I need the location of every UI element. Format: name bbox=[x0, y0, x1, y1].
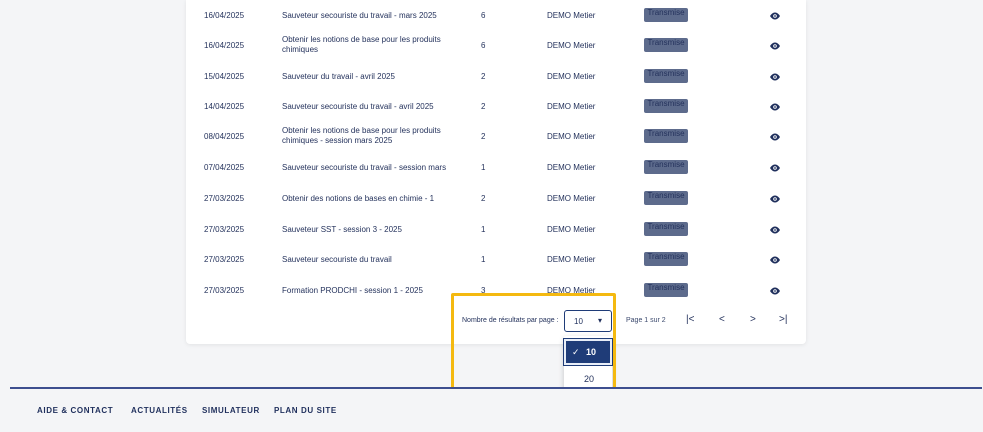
option-10[interactable]: ✓ 10 bbox=[563, 338, 613, 366]
table-row: 08/04/2025 Obtenir les notions de base po… bbox=[186, 122, 806, 152]
row-title: Sauveteur secouriste du travail - sessio… bbox=[282, 163, 447, 172]
results-per-page-label: Nombre de résultats par page : bbox=[462, 317, 559, 324]
status-badge: Transmise bbox=[644, 252, 688, 266]
row-title: Obtenir des notions de bases en chimie -… bbox=[282, 194, 435, 203]
row-organization: DEMO Metier bbox=[547, 72, 596, 81]
table-row: 15/04/2025 Sauveteur du travail - avril 2… bbox=[186, 62, 806, 92]
row-quantity: 6 bbox=[481, 41, 486, 50]
page-info: Page 1 sur 2 bbox=[626, 317, 666, 324]
results-per-page-select[interactable]: 10 ▾ bbox=[564, 310, 612, 332]
footer-link-simulateur[interactable]: SIMULATEUR bbox=[202, 406, 260, 415]
footer-link-plan-du-site[interactable]: PLAN DU SITE bbox=[274, 406, 337, 415]
eye-icon[interactable] bbox=[769, 40, 781, 52]
row-organization: DEMO Metier bbox=[547, 194, 596, 203]
row-organization: DEMO Metier bbox=[547, 225, 596, 234]
eye-icon[interactable] bbox=[769, 193, 781, 205]
row-organization: DEMO Metier bbox=[547, 102, 596, 111]
status-badge: Transmise bbox=[644, 38, 688, 52]
check-icon: ✓ bbox=[572, 347, 580, 357]
row-quantity: 3 bbox=[481, 286, 486, 295]
row-title: Obtenir les notions de base pour les pro… bbox=[282, 126, 441, 145]
row-title: Sauveteur secouriste du travail - mars 2… bbox=[282, 11, 437, 20]
row-quantity: 2 bbox=[481, 102, 486, 111]
row-date: 27/03/2025 bbox=[204, 286, 245, 295]
declarations-table: 16/04/2025 Sauveteur secouriste du travai… bbox=[186, 0, 806, 344]
pagination-bar: Nombre de résultats par page : 10 ▾ Page… bbox=[186, 306, 806, 336]
eye-icon[interactable] bbox=[769, 101, 781, 113]
results-per-page-value: 10 bbox=[574, 317, 583, 326]
prev-page-button[interactable]: < bbox=[719, 314, 725, 325]
row-quantity: 1 bbox=[481, 225, 486, 234]
table-row: 16/04/2025 Obtenir les notions de base po… bbox=[186, 31, 806, 61]
eye-icon[interactable] bbox=[769, 131, 781, 143]
chevron-down-icon: ▾ bbox=[598, 316, 603, 325]
table-row: 07/04/2025 Sauveteur secouriste du travai… bbox=[186, 153, 806, 183]
row-title: Sauveteur SST - session 3 - 2025 bbox=[282, 225, 402, 234]
row-date: 08/04/2025 bbox=[204, 132, 245, 141]
row-title: Sauveteur du travail - avril 2025 bbox=[282, 72, 395, 81]
eye-icon[interactable] bbox=[769, 10, 781, 22]
row-quantity: 6 bbox=[481, 11, 486, 20]
row-quantity: 2 bbox=[481, 132, 486, 141]
status-badge: Transmise bbox=[644, 129, 688, 143]
status-badge: Transmise bbox=[644, 160, 688, 174]
status-badge: Transmise bbox=[644, 283, 688, 297]
row-date: 14/04/2025 bbox=[204, 102, 245, 111]
footer-link-actualites[interactable]: ACTUALITÉS bbox=[131, 406, 188, 415]
row-organization: DEMO Metier bbox=[547, 286, 596, 295]
row-date: 27/03/2025 bbox=[204, 255, 245, 264]
row-organization: DEMO Metier bbox=[547, 41, 596, 50]
table-row: 27/03/2025 Obtenir des notions de bases e… bbox=[186, 184, 806, 214]
eye-icon[interactable] bbox=[769, 162, 781, 174]
status-badge: Transmise bbox=[644, 69, 688, 83]
row-date: 07/04/2025 bbox=[204, 163, 245, 172]
table-row: 27/03/2025 Sauveteur SST - session 3 - 20… bbox=[186, 215, 806, 245]
next-page-button[interactable]: > bbox=[750, 314, 756, 325]
status-badge: Transmise bbox=[644, 222, 688, 236]
option-label: 20 bbox=[584, 374, 595, 384]
first-page-button[interactable]: |< bbox=[686, 314, 694, 325]
last-page-button[interactable]: >| bbox=[779, 314, 787, 325]
option-label: 10 bbox=[586, 347, 597, 357]
row-quantity: 1 bbox=[481, 255, 486, 264]
footer-link-aide-contact[interactable]: AIDE & CONTACT bbox=[37, 406, 113, 415]
table-row: 27/03/2025 Formation PRODCHI - session 1 … bbox=[186, 276, 806, 306]
row-title: Sauveteur secouriste du travail - avril … bbox=[282, 102, 434, 111]
row-organization: DEMO Metier bbox=[547, 11, 596, 20]
row-quantity: 1 bbox=[481, 163, 486, 172]
eye-icon[interactable] bbox=[769, 71, 781, 83]
eye-icon[interactable] bbox=[769, 285, 781, 297]
status-badge: Transmise bbox=[644, 8, 688, 22]
row-date: 27/03/2025 bbox=[204, 194, 245, 203]
row-title: Formation PRODCHI - session 1 - 2025 bbox=[282, 286, 423, 295]
table-row: 27/03/2025 Sauveteur secouriste du travai… bbox=[186, 245, 806, 275]
row-quantity: 2 bbox=[481, 194, 486, 203]
footer: AIDE & CONTACT ACTUALITÉS SIMULATEUR PLA… bbox=[0, 389, 983, 432]
table-row: 16/04/2025 Sauveteur secouriste du travai… bbox=[186, 1, 806, 31]
row-title: Sauveteur secouriste du travail bbox=[282, 255, 392, 264]
row-date: 16/04/2025 bbox=[204, 41, 245, 50]
row-date: 27/03/2025 bbox=[204, 225, 245, 234]
row-organization: DEMO Metier bbox=[547, 255, 596, 264]
status-badge: Transmise bbox=[644, 99, 688, 113]
table-row: 14/04/2025 Sauveteur secouriste du travai… bbox=[186, 92, 806, 122]
row-organization: DEMO Metier bbox=[547, 132, 596, 141]
eye-icon[interactable] bbox=[769, 254, 781, 266]
eye-icon[interactable] bbox=[769, 224, 781, 236]
row-quantity: 2 bbox=[481, 72, 486, 81]
status-badge: Transmise bbox=[644, 191, 688, 205]
row-organization: DEMO Metier bbox=[547, 163, 596, 172]
row-date: 16/04/2025 bbox=[204, 11, 245, 20]
row-title: Obtenir les notions de base pour les pro… bbox=[282, 35, 441, 54]
row-date: 15/04/2025 bbox=[204, 72, 245, 81]
